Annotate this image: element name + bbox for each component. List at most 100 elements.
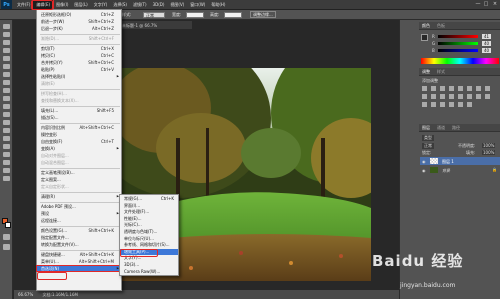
menu-select[interactable]: 选择(S): [110, 0, 130, 9]
type-tool-icon[interactable]: [3, 144, 10, 149]
height-field[interactable]: [224, 12, 242, 18]
eye-icon[interactable]: ◉: [422, 168, 426, 173]
edit-menu-item[interactable]: 填充(L)... Shift+F5: [37, 108, 121, 113]
edit-menu-item[interactable]: 粘贴(P) Ctrl+V: [37, 67, 121, 72]
edit-menu-item[interactable]: 拷贝(C) Ctrl+C: [37, 53, 121, 58]
menu-type[interactable]: 文字(Y): [91, 0, 111, 9]
edit-menu-item[interactable]: 远程连接...: [37, 218, 121, 223]
zoom-tool-icon[interactable]: [3, 176, 10, 181]
g-slider[interactable]: [438, 42, 478, 45]
stamp-tool-icon[interactable]: [3, 88, 10, 93]
edit-menu-item[interactable]: 变换(A): [37, 146, 121, 151]
layer-row-1[interactable]: ◉ 图层 1: [420, 157, 500, 165]
preferences-menu-item[interactable]: 3D(3)...: [120, 262, 178, 268]
opacity-value[interactable]: 100%: [482, 143, 496, 148]
b-value[interactable]: 40: [482, 48, 492, 53]
g-value[interactable]: 40: [482, 41, 492, 46]
edit-menu-item[interactable]: 清理(R): [37, 194, 121, 199]
tab-styles[interactable]: 样式: [437, 69, 445, 75]
edit-menu-item[interactable]: 键盘快捷键... Alt+Shift+Ctrl+K: [37, 252, 121, 257]
lasso-tool-icon[interactable]: [3, 40, 10, 45]
background-color-swatch[interactable]: [5, 222, 11, 228]
quick-select-tool-icon[interactable]: [3, 48, 10, 53]
edit-menu-item[interactable]: 后退一步(K) Alt+Ctrl+Z: [37, 26, 121, 31]
history-brush-tool-icon[interactable]: [3, 96, 10, 101]
shape-tool-icon[interactable]: [3, 160, 10, 165]
restore-button[interactable]: □: [482, 1, 490, 8]
preferences-menu-item[interactable]: 界面(I)...: [120, 203, 178, 209]
pen-tool-icon[interactable]: [3, 136, 10, 141]
r-value[interactable]: 41: [482, 34, 492, 39]
edit-menu-item[interactable]: 定义画笔预设(B)...: [37, 170, 121, 175]
menu-layer[interactable]: 图层(L): [71, 0, 90, 9]
fg-color-chip[interactable]: [421, 34, 428, 41]
edit-menu-item[interactable]: 转换为配置文件(V)...: [37, 242, 121, 247]
preferences-menu-item[interactable]: 常规(G)... Ctrl+K: [120, 196, 178, 202]
layer-row-background[interactable]: ◉ 背景 🔒: [420, 166, 500, 174]
document-tab[interactable]: 未标题-1 @ 66.7%: [120, 21, 192, 29]
menu-image[interactable]: 图像(I): [53, 0, 71, 9]
marquee-tool-icon[interactable]: [3, 32, 10, 37]
edit-menu-item[interactable]: 剪切(T) Ctrl+X: [37, 46, 121, 51]
preferences-menu-item[interactable]: 光标(C)...: [120, 222, 178, 228]
edit-menu-item[interactable]: 操控变形: [37, 132, 121, 137]
preferences-menu-item[interactable]: 参考线、网格和切片(S)...: [120, 242, 178, 248]
eye-icon[interactable]: ◉: [422, 159, 426, 164]
preferences-menu-item[interactable]: 透明度与色域(T)...: [120, 229, 178, 235]
edit-menu-item[interactable]: Adobe PDF 预设...: [37, 204, 121, 209]
brush-tool-icon[interactable]: [3, 80, 10, 85]
menu-filter[interactable]: 滤镜(T): [130, 0, 150, 9]
r-slider[interactable]: [438, 35, 478, 38]
tab-channels[interactable]: 通道: [437, 125, 445, 131]
hand-tool-icon[interactable]: [3, 168, 10, 173]
healing-tool-icon[interactable]: [3, 72, 10, 77]
tab-adjustments[interactable]: 调整: [422, 69, 430, 75]
menu-window[interactable]: 窗口(W): [187, 0, 208, 9]
edit-menu-item[interactable]: 合并拷贝(Y) Shift+Ctrl+C: [37, 60, 121, 65]
layer-kind-filter[interactable]: 类型: [422, 135, 434, 141]
color-spectrum[interactable]: [421, 58, 499, 64]
background-layer-name[interactable]: 背景: [442, 168, 450, 174]
preferences-menu-item[interactable]: 文件处理(F)...: [120, 209, 178, 215]
edit-menu-item[interactable]: 前进一步(W) Shift+Ctrl+Z: [37, 19, 121, 24]
move-tool-icon[interactable]: [3, 24, 10, 29]
edit-menu-item[interactable]: 指定配置文件...: [37, 235, 121, 240]
menu-3d[interactable]: 3D(D): [150, 0, 168, 9]
tab-layers[interactable]: 图层: [422, 125, 430, 131]
tab-paths[interactable]: 路径: [452, 125, 460, 131]
screen-mode-icon[interactable]: [3, 244, 10, 250]
tab-swatches[interactable]: 色板: [437, 23, 445, 29]
tab-color[interactable]: 颜色: [422, 23, 430, 29]
blur-tool-icon[interactable]: [3, 120, 10, 125]
edit-menu-item[interactable]: 自由变换(F) Ctrl+T: [37, 139, 121, 144]
minimize-button[interactable]: —: [474, 1, 482, 8]
menu-help[interactable]: 帮助(H): [208, 0, 228, 9]
edit-menu-item[interactable]: 菜单(U)... Alt+Shift+Ctrl+M: [37, 259, 121, 264]
b-slider[interactable]: [438, 49, 478, 52]
blend-mode-select[interactable]: 正常: [422, 143, 434, 149]
edit-menu-item[interactable]: 还原矩形选框(O) Ctrl+Z: [37, 12, 121, 17]
adjust-edge-button[interactable]: 调整边缘...: [250, 11, 276, 18]
edit-menu-item[interactable]: 预设: [37, 211, 121, 216]
edit-menu-item[interactable]: 颜色设置(G)... Shift+Ctrl+K: [37, 228, 121, 233]
eyedropper-tool-icon[interactable]: [3, 64, 10, 69]
crop-tool-icon[interactable]: [3, 56, 10, 61]
edit-menu-item[interactable]: 内容识别比例 Alt+Shift+Ctrl+C: [37, 125, 121, 130]
path-select-tool-icon[interactable]: [3, 152, 10, 157]
dodge-tool-icon[interactable]: [3, 128, 10, 133]
preferences-menu-item[interactable]: Camera Raw(W)...: [120, 269, 178, 275]
adjustment-icons-row-2[interactable]: [422, 94, 492, 99]
eraser-tool-icon[interactable]: [3, 104, 10, 109]
width-field[interactable]: [186, 12, 204, 18]
edit-menu-item[interactable]: 定义图案...: [37, 177, 121, 182]
quick-mask-icon[interactable]: [3, 234, 10, 240]
menu-view[interactable]: 视图(V): [167, 0, 187, 9]
style-select[interactable]: 正常: [143, 12, 165, 18]
close-button[interactable]: ×: [491, 1, 499, 8]
fill-value[interactable]: 100%: [482, 150, 496, 155]
layer1-name[interactable]: 图层 1: [442, 159, 454, 165]
edit-menu-item[interactable]: 描边(S)...: [37, 115, 121, 120]
edit-menu-item[interactable]: 首选项(N): [36, 265, 122, 272]
preferences-menu-item[interactable]: 单位与标尺(U)...: [120, 236, 178, 242]
edit-menu-item[interactable]: 选择性粘贴(I): [37, 74, 121, 79]
